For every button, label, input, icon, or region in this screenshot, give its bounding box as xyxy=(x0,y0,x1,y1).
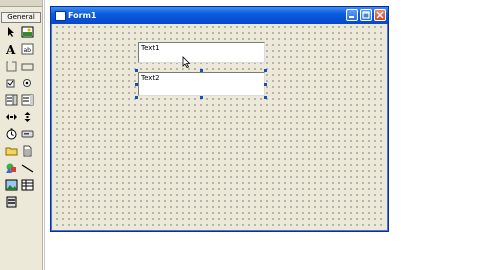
resize-handle-s[interactable] xyxy=(200,96,203,99)
resize-handle-se[interactable] xyxy=(264,96,267,99)
timer-icon[interactable] xyxy=(4,127,18,140)
textbox-text1-value: Text1 xyxy=(141,44,160,52)
resize-handle-e[interactable] xyxy=(264,83,267,86)
commandbutton-icon[interactable] xyxy=(20,59,34,72)
close-button[interactable] xyxy=(374,9,386,21)
optionbutton-icon[interactable] xyxy=(20,76,34,89)
toolbox-tab-general[interactable]: General xyxy=(1,12,41,23)
maximize-icon xyxy=(362,11,370,19)
data-icon[interactable] xyxy=(20,178,34,191)
label-icon[interactable]: A xyxy=(4,42,18,55)
textbox-text2-value: Text2 xyxy=(141,74,160,82)
drivelistbox-icon[interactable] xyxy=(20,127,34,140)
minimize-button[interactable] xyxy=(346,9,358,21)
form-design-grid[interactable]: Text1 Text2 xyxy=(54,24,385,228)
line-icon[interactable] xyxy=(20,161,34,174)
toolbox-header xyxy=(0,0,42,7)
resize-handle-nw[interactable] xyxy=(135,69,138,72)
picturebox-icon[interactable] xyxy=(20,25,34,38)
form-titlebar[interactable]: Form1 xyxy=(51,7,388,24)
mouse-cursor-icon xyxy=(182,56,191,68)
svg-text:ab: ab xyxy=(23,47,31,54)
dirlistbox-icon[interactable] xyxy=(4,144,18,157)
minimize-icon xyxy=(349,16,354,18)
ole-icon[interactable] xyxy=(4,195,18,208)
hscrollbar-icon[interactable] xyxy=(4,110,18,123)
frame-icon[interactable] xyxy=(4,59,18,72)
shape-icon[interactable] xyxy=(4,161,18,174)
toolbox-panel: General A ab xyxy=(0,0,43,270)
filelistbox-icon[interactable] xyxy=(20,144,34,157)
combobox-icon[interactable] xyxy=(4,93,18,106)
vscrollbar-icon[interactable] xyxy=(20,110,34,123)
maximize-button[interactable] xyxy=(360,9,372,21)
form-title: Form1 xyxy=(68,11,97,20)
image-icon[interactable] xyxy=(4,178,18,191)
toolbox-divider xyxy=(44,0,45,270)
resize-handle-ne[interactable] xyxy=(264,69,267,72)
svg-text:A: A xyxy=(5,43,16,55)
pointer-icon[interactable] xyxy=(4,25,18,38)
textbox-text2[interactable]: Text2 xyxy=(138,72,265,96)
form-icon xyxy=(55,11,66,21)
resize-handle-n[interactable] xyxy=(200,69,203,72)
resize-handle-w[interactable] xyxy=(135,83,138,86)
close-icon xyxy=(376,11,384,19)
textbox-icon[interactable]: ab xyxy=(20,42,34,55)
textbox-text1[interactable]: Text1 xyxy=(138,42,265,63)
resize-handle-sw[interactable] xyxy=(135,96,138,99)
form-window[interactable]: Form1 Text1 Text2 xyxy=(50,6,389,232)
checkbox-icon[interactable] xyxy=(4,76,18,89)
listbox-icon[interactable] xyxy=(20,93,34,106)
